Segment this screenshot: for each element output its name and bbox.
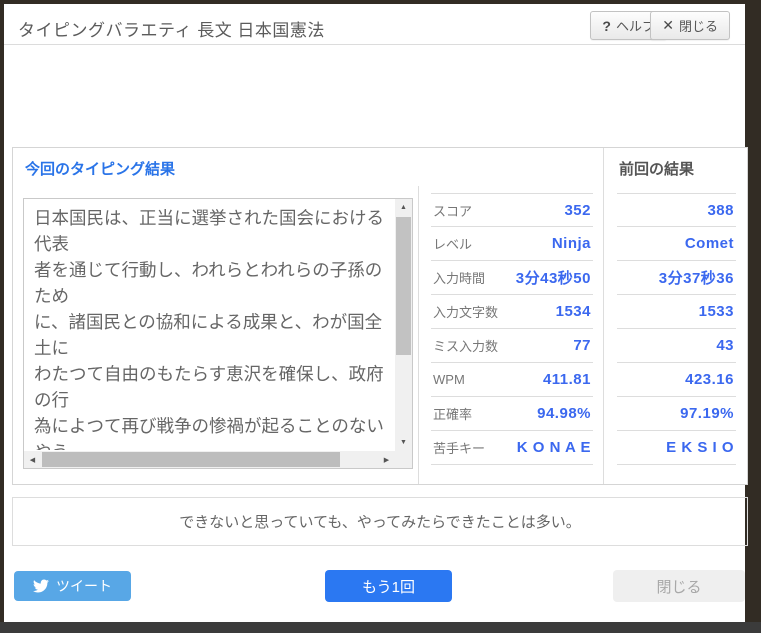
stat-value: E K S I O [666,439,734,456]
tweet-button[interactable]: ツイート [14,571,131,601]
message-box: できないと思っていても、やってみたらできたことは多い。 [12,497,748,546]
stat-value: K O N A E [516,439,591,456]
prev-stat-row-score: 388 [617,193,736,227]
tweet-button-label: ツイート [56,578,112,594]
retry-button-label: もう1回 [362,578,415,596]
stat-row-chars: 入力文字数 1534 [431,295,593,329]
stat-value: 411.81 [542,371,591,388]
stat-label: スコア [433,203,473,219]
stat-value: 3分43秒50 [515,270,591,287]
stat-value: 3分37秒36 [658,270,734,287]
header-divider [4,44,745,45]
prev-stat-row-misses: 43 [617,329,736,363]
result-dialog: タイピングバラエティ 長文 日本国憲法 ? ヘルプ ✕ 閉じる 今回のタイピング… [4,4,748,622]
results-panel: 今回のタイピング結果 前回の結果 日本国民は、正当に選挙された国会における代表 … [12,147,748,485]
scroll-up-icon[interactable]: ▲ [395,199,412,216]
dialog-close-button[interactable]: 閉じる [613,570,745,602]
stat-label: 正確率 [433,407,473,422]
prev-stat-row-time: 3分37秒36 [617,261,736,295]
typing-text: 日本国民は、正当に選挙された国会における代表 者を通じて行動し、われらとわれらの… [34,208,384,450]
stat-value: 388 [707,201,734,219]
window-close-label: 閉じる [678,19,718,34]
previous-column-divider [603,148,604,484]
stat-row-misses: ミス入力数 77 [431,329,593,363]
scroll-right-icon[interactable]: ▶ [378,451,395,468]
scroll-left-icon[interactable]: ◀ [24,451,41,468]
stat-label: 入力文字数 [433,305,499,320]
previous-stats-table: 388 Comet 3分37秒36 1533 43 423.16 97.19% … [617,193,736,465]
window-title: タイピングバラエティ 長文 日本国憲法 [18,21,325,40]
window-close-button[interactable]: ✕ 閉じる [650,11,730,40]
horizontal-scrollbar[interactable]: ◀ ▶ [24,451,395,468]
stat-value: 352 [564,201,591,219]
stat-value: Comet [684,235,734,252]
motivation-message: できないと思っていても、やってみたらできたことは多い。 [179,514,581,531]
stat-value: 97.19% [680,405,734,422]
vertical-scrollbar[interactable]: ▲ ▼ [395,199,412,451]
stat-label: WPM [433,372,465,387]
horizontal-scrollbar-thumb[interactable] [42,452,340,467]
prev-stat-row-weak-keys: E K S I O [617,431,736,465]
dialog-close-label: 閉じる [656,578,702,596]
help-icon: ? [602,17,611,34]
twitter-icon [33,579,49,593]
stat-row-time: 入力時間 3分43秒50 [431,261,593,295]
stat-value: 43 [716,337,734,354]
scroll-down-icon[interactable]: ▼ [395,434,412,451]
stat-value: Ninja [551,235,591,252]
stat-value: 94.98% [537,405,591,422]
column-divider [418,186,419,484]
vertical-scrollbar-thumb[interactable] [396,217,411,355]
prev-stat-row-chars: 1533 [617,295,736,329]
stat-row-accuracy: 正確率 94.98% [431,397,593,431]
stat-row-wpm: WPM 411.81 [431,363,593,397]
stat-label: 入力時間 [433,271,486,286]
close-icon: ✕ [662,17,674,33]
prev-stat-row-level: Comet [617,227,736,261]
retry-button[interactable]: もう1回 [325,570,452,602]
background-bottom-bar [0,622,761,633]
prev-stat-row-accuracy: 97.19% [617,397,736,431]
previous-results-title: 前回の結果 [619,161,695,178]
stat-value: 1534 [555,303,591,320]
stat-row-level: レベル Ninja [431,227,593,261]
prev-stat-row-wpm: 423.16 [617,363,736,397]
stat-row-weak-keys: 苦手キー K O N A E [431,431,593,465]
stat-row-score: スコア 352 [431,193,593,227]
stat-label: 苦手キー [433,441,486,456]
current-results-title: 今回のタイピング結果 [25,161,176,178]
help-button-label: ヘルプ [615,19,655,34]
scrollbar-corner [395,451,412,468]
stat-label: ミス入力数 [433,339,499,354]
stat-value: 423.16 [685,371,734,388]
current-stats-table: スコア 352 レベル Ninja 入力時間 3分43秒50 入力文字数 153… [431,193,593,465]
app-screen: タイピングバラエティ 長文 日本国憲法 ? ヘルプ ✕ 閉じる 今回のタイピング… [0,0,761,633]
stat-label: レベル [433,237,473,252]
stat-value: 1533 [698,303,734,320]
stat-value: 77 [573,337,591,354]
typing-textarea[interactable]: 日本国民は、正当に選挙された国会における代表 者を通じて行動し、われらとわれらの… [23,198,413,469]
